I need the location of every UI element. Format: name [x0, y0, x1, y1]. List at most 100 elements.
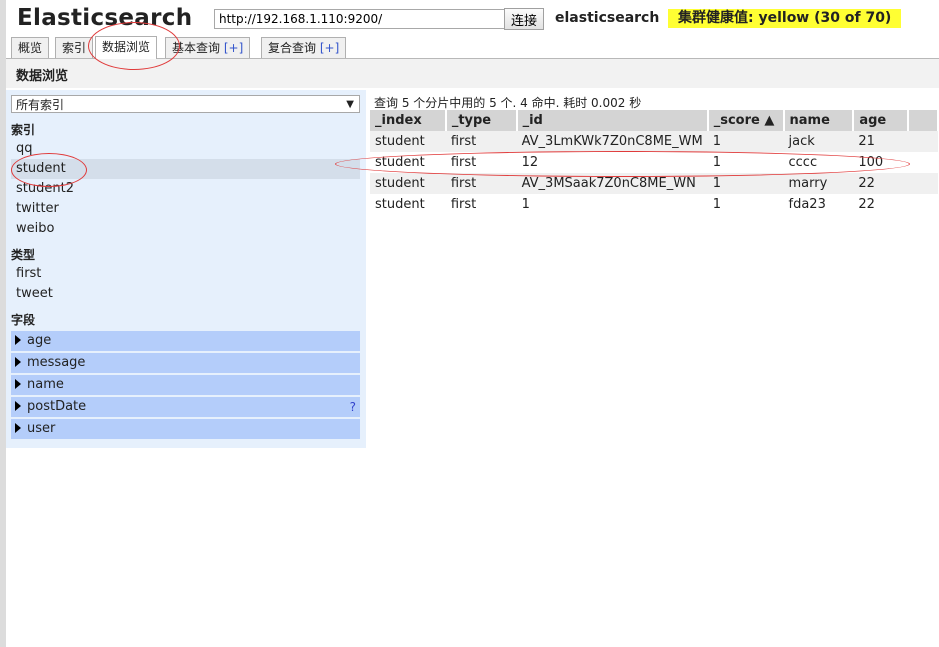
column-header-spacer	[908, 110, 939, 131]
expand-arrow-icon	[15, 356, 21, 367]
cell-score: 1	[707, 173, 784, 194]
cell-type: first	[450, 155, 477, 170]
dropdown-arrow-icon: ▼	[346, 99, 354, 110]
results-table: _index _type _id _score ▲ name age stude…	[370, 110, 939, 215]
type-item-first[interactable]: first	[11, 264, 360, 284]
index-item-twitter[interactable]: twitter	[11, 199, 360, 219]
header-row: _index _type _id _score ▲ name age	[370, 110, 939, 131]
fields-header: 字段	[11, 313, 36, 327]
cell-spacer	[908, 152, 938, 173]
tab-basic-query[interactable]: 基本查询 [+]	[165, 37, 251, 58]
cluster-health-badge: 集群健康值: yellow (30 of 70)	[668, 9, 902, 28]
field-item-age[interactable]: age	[11, 331, 360, 351]
cell-type: first	[445, 173, 517, 194]
column-label: _type	[451, 113, 492, 128]
field-label: name	[27, 377, 64, 392]
connect-button[interactable]: 连接	[504, 8, 544, 30]
cell-age: 100	[858, 155, 884, 170]
column-label: name	[789, 113, 830, 128]
tab-indices[interactable]: 索引	[55, 37, 94, 58]
index-item-student2[interactable]: student2	[11, 179, 360, 199]
cell-score: 1	[707, 131, 784, 152]
cell-name: marry	[783, 173, 854, 194]
header: Elasticsearch 连接 elasticsearch 集群健康值: ye…	[6, 0, 939, 36]
tab-label: 基本查询	[172, 41, 221, 55]
index-item-student[interactable]: student	[11, 159, 360, 179]
help-icon[interactable]: ?	[350, 397, 356, 417]
cell-age: 22	[858, 197, 875, 212]
index-select-value: 所有索引	[16, 98, 65, 112]
cell-age: 22	[853, 173, 909, 194]
cell-index: student	[370, 131, 446, 152]
page-title: 数据浏览	[16, 69, 69, 84]
index-item-weibo[interactable]: weibo	[11, 219, 360, 239]
expand-arrow-icon	[15, 378, 21, 389]
cell-name: fda23	[788, 197, 826, 212]
add-basic-query-link[interactable]: [+]	[224, 41, 243, 55]
index-select[interactable]: 所有索引 ▼	[11, 95, 360, 113]
type-item-tweet[interactable]: tweet	[11, 284, 360, 304]
tab-label: 索引	[62, 41, 87, 55]
column-label: age	[859, 113, 887, 128]
cell-spacer	[908, 131, 938, 152]
tab-label: 数据浏览	[102, 40, 151, 54]
column-header-type[interactable]: _type	[445, 110, 518, 131]
tab-compound-query[interactable]: 复合查询 [+]	[261, 37, 347, 58]
add-compound-query-link[interactable]: [+]	[320, 41, 339, 55]
field-label: age	[27, 333, 52, 348]
cluster-name: elasticsearch	[555, 10, 660, 26]
column-header-age[interactable]: age	[853, 110, 910, 131]
expand-arrow-icon	[15, 422, 21, 433]
query-info: 查询 5 个分片中用的 5 个. 4 命中. 耗时 0.002 秒	[374, 96, 642, 110]
cell-spacer	[908, 173, 938, 194]
table-row[interactable]: student first 1 1 fda23 22	[370, 194, 938, 215]
indices-header: 索引	[11, 123, 36, 137]
tab-overview[interactable]: 概览	[11, 37, 50, 58]
tab-label: 复合查询	[268, 41, 317, 55]
field-item-name[interactable]: name	[11, 375, 360, 395]
field-item-user[interactable]: user	[11, 419, 360, 439]
cell-id: AV_3LmKWk7Z0nC8ME_WM	[516, 131, 708, 152]
cell-age: 21	[853, 131, 909, 152]
cell-index: student	[370, 173, 446, 194]
column-header-id[interactable]: _id	[516, 110, 709, 131]
page-title-bar: 数据浏览	[6, 59, 939, 88]
cell-type: first	[445, 131, 517, 152]
cluster-url-input[interactable]	[214, 9, 508, 29]
column-label: _id	[522, 113, 543, 128]
column-header-name[interactable]: name	[783, 110, 855, 131]
column-header-index[interactable]: _index	[370, 110, 447, 131]
field-label: postDate	[27, 399, 87, 414]
cell-spacer	[908, 194, 938, 215]
app-logo: Elasticsearch	[17, 5, 193, 31]
cell-score: 1	[712, 155, 721, 170]
table-row[interactable]: student first AV_3LmKWk7Z0nC8ME_WM 1 jac…	[370, 131, 938, 152]
cell-id: 1	[521, 197, 530, 212]
cell-id: 12	[521, 155, 539, 170]
expand-arrow-icon	[15, 334, 21, 345]
table-row[interactable]: student first AV_3MSaak7Z0nC8ME_WN 1 mar…	[370, 173, 938, 194]
cell-type: first	[450, 197, 477, 212]
sort-ascending-icon: ▲	[764, 113, 775, 128]
tab-bar: 概览 索引 数据浏览 基本查询 [+] 复合查询 [+]	[6, 35, 939, 59]
cell-score: 1	[712, 197, 721, 212]
tab-label: 概览	[18, 41, 43, 55]
types-header: 类型	[11, 248, 36, 262]
column-label: _index	[375, 113, 422, 128]
field-item-message[interactable]: message	[11, 353, 360, 373]
table-row[interactable]: student first 12 1 cccc 100	[370, 152, 938, 173]
column-header-score[interactable]: _score ▲	[707, 110, 785, 131]
column-label: _score	[713, 113, 760, 128]
cell-name: jack	[783, 131, 854, 152]
cell-id: AV_3MSaak7Z0nC8ME_WN	[516, 173, 708, 194]
sidebar: 所有索引 ▼ 索引 qq student student2 twitter we…	[6, 90, 366, 448]
expand-arrow-icon	[15, 400, 21, 411]
cell-index: student	[375, 155, 425, 170]
cell-index: student	[375, 197, 425, 212]
field-label: user	[27, 421, 56, 436]
field-item-postdate[interactable]: postDate?	[11, 397, 360, 417]
tab-data-browser[interactable]: 数据浏览	[95, 36, 158, 59]
index-item-qq[interactable]: qq	[11, 139, 360, 159]
field-label: message	[27, 355, 86, 370]
cell-name: cccc	[788, 155, 818, 170]
